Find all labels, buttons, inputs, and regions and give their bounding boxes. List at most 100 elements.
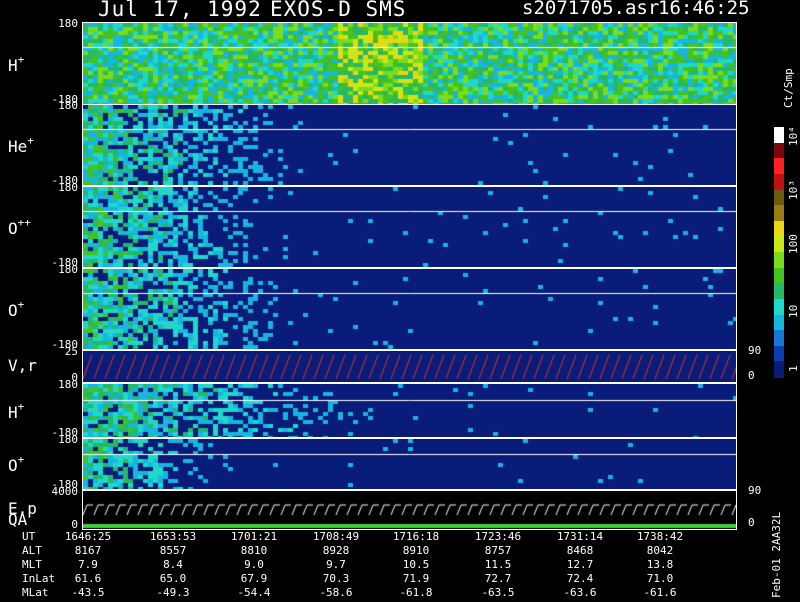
panel-1-label: H+ xyxy=(8,52,25,75)
ephemeris-value: 10.5 xyxy=(402,558,430,571)
ephemeris-value: -49.3 xyxy=(156,586,190,599)
ephemeris-value: 61.6 xyxy=(74,572,102,585)
panel-4-label: O+ xyxy=(8,298,25,320)
ephemeris-value: 70.3 xyxy=(322,572,350,585)
ephemeris-value: 1701:21 xyxy=(230,530,278,543)
panel-8-right-tick: 90 xyxy=(748,484,762,497)
colorbar-swatch xyxy=(774,345,784,362)
colorbar-label: 10 xyxy=(787,304,800,318)
panel-1-image xyxy=(83,23,736,104)
ephemeris-row-label: ALT xyxy=(22,544,42,557)
panel-8-image xyxy=(83,491,736,529)
colorbar-swatch xyxy=(774,220,784,237)
ephemeris-value: 9.0 xyxy=(244,558,264,571)
ephemeris-value: 1723:46 xyxy=(474,530,522,543)
panel-3 xyxy=(82,186,737,268)
plot-header: Jul 17, 1992 EXOS-D SMS s2071705.asr 16:… xyxy=(0,0,800,22)
colorbar xyxy=(774,127,784,378)
colorbar-swatch xyxy=(774,361,784,378)
panel-6-image xyxy=(83,384,736,437)
panel-7 xyxy=(82,438,737,490)
ephemeris-value: -61.8 xyxy=(399,586,433,599)
ephemeris-table: UT 1646:25 1653:53 1701:21 1708:49 1716:18 172… xyxy=(0,530,800,600)
ephemeris-value: 1716:18 xyxy=(392,530,440,543)
panel-1-tick: 180 xyxy=(58,17,78,30)
ephemeris-value: 1708:49 xyxy=(312,530,360,543)
ephemeris-row-label: MLT xyxy=(22,558,42,571)
ephemeris-value: -63.6 xyxy=(563,586,597,599)
ephemeris-row-label: InLat xyxy=(22,572,56,585)
panel-1 xyxy=(82,22,737,105)
colorbar-label: 1 xyxy=(787,365,800,372)
plot-time: 16:46:25 xyxy=(658,0,750,19)
panel-5-image xyxy=(83,351,736,382)
ephemeris-value: -61.6 xyxy=(643,586,677,599)
colorbar-swatch xyxy=(774,252,784,269)
ephemeris-value: 8042 xyxy=(646,544,674,557)
ephemeris-value: 8.4 xyxy=(163,558,183,571)
ephemeris-value: -54.4 xyxy=(237,586,271,599)
ephemeris-value: 8557 xyxy=(159,544,187,557)
colorbar-swatch xyxy=(774,158,784,175)
colorbar-swatch xyxy=(774,267,784,284)
ephemeris-row-label: MLat xyxy=(22,586,49,599)
panel-2-tick: 180 xyxy=(58,99,78,112)
colorbar-swatch xyxy=(774,283,784,300)
panel-6-label: H+ xyxy=(8,399,25,422)
panel-3-image xyxy=(83,187,736,267)
ephemeris-value: 67.9 xyxy=(240,572,268,585)
ephemeris-value: 1646:25 xyxy=(64,530,112,543)
ephemeris-value: 1738:42 xyxy=(636,530,684,543)
colorbar-swatch xyxy=(774,173,784,190)
panel-4-tick: 180 xyxy=(58,263,78,276)
ephemeris-row-label: UT xyxy=(22,530,36,543)
ephemeris-value: 8928 xyxy=(322,544,350,557)
panel-5-right-tick: 90 xyxy=(748,344,762,357)
colorbar-unit: Ct/Smp xyxy=(782,68,795,108)
instrument-name: EXOS-D SMS xyxy=(270,0,407,21)
colorbar-swatch xyxy=(774,298,784,315)
colorbar-swatch xyxy=(774,189,784,206)
colorbar-label: 10⁴ xyxy=(787,126,800,146)
panel-5-label: V,r xyxy=(8,355,37,375)
panel-2-label: He+ xyxy=(8,134,34,156)
panel-5 xyxy=(82,350,737,383)
colorbar-label: 10³ xyxy=(787,180,800,200)
panel-6 xyxy=(82,383,737,438)
panel-7-image xyxy=(83,439,736,489)
ephemeris-value: 8167 xyxy=(74,544,102,557)
panel-2-image xyxy=(83,105,736,185)
ephemeris-value: 65.0 xyxy=(159,572,187,585)
panel-8-sublabel: QA xyxy=(8,510,28,529)
panel-3-tick: 180 xyxy=(58,181,78,194)
colorbar-label: 100 xyxy=(787,234,800,254)
ephemeris-value: 8910 xyxy=(402,544,430,557)
panel-8-right-tick: 0 xyxy=(748,516,755,529)
ephemeris-value: 8810 xyxy=(240,544,268,557)
ephemeris-value: -63.5 xyxy=(481,586,515,599)
plot-date: Jul 17, 1992 xyxy=(98,0,262,21)
panel-8-tick: 4000 xyxy=(51,485,79,498)
file-name: s2071705.asr xyxy=(522,0,660,19)
panel-4 xyxy=(82,268,737,350)
ephemeris-value: -43.5 xyxy=(71,586,105,599)
ephemeris-value: 11.5 xyxy=(484,558,512,571)
panel-7-label: O+ xyxy=(8,453,25,475)
colorbar-swatch xyxy=(774,142,784,159)
colorbar-swatch xyxy=(774,205,784,222)
colorbar-swatch xyxy=(774,236,784,253)
panel-3-label: O++ xyxy=(8,216,31,238)
ephemeris-value: 8757 xyxy=(484,544,512,557)
ephemeris-value: 71.9 xyxy=(402,572,430,585)
panel-7-tick: 180 xyxy=(58,433,78,446)
ephemeris-value: 1731:14 xyxy=(556,530,604,543)
ephemeris-value: 72.4 xyxy=(566,572,594,585)
panel-4-image xyxy=(83,269,736,349)
panel-6-tick: 180 xyxy=(58,378,78,391)
ephemeris-value: 7.9 xyxy=(78,558,98,571)
colorbar-swatch xyxy=(774,127,784,144)
ephemeris-value: 9.7 xyxy=(326,558,346,571)
panel-8-tick: 0 xyxy=(71,518,78,531)
ephemeris-value: 13.8 xyxy=(646,558,674,571)
ephemeris-value: -58.6 xyxy=(319,586,353,599)
